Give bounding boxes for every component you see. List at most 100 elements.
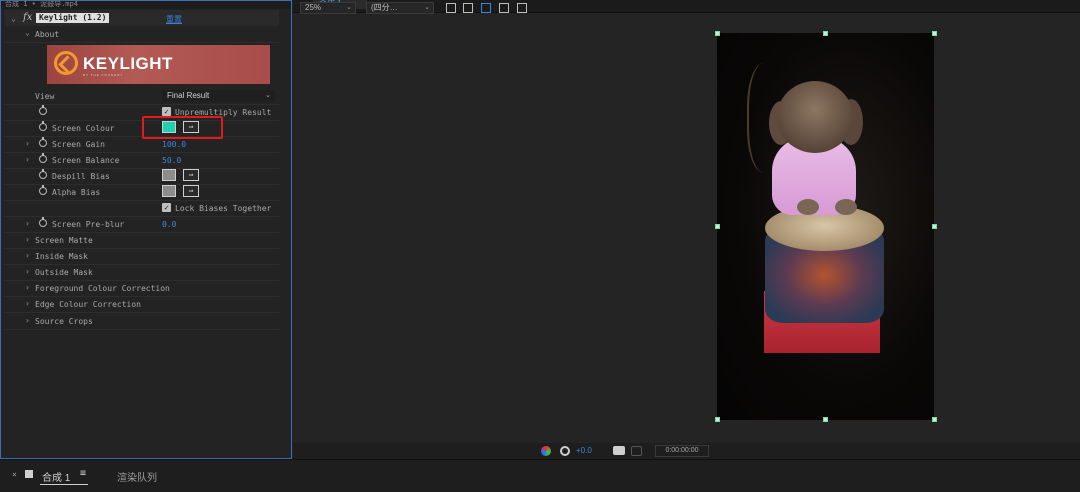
chevron-down-icon[interactable]: ⌄ [11, 14, 16, 23]
show-snapshot-icon[interactable] [631, 446, 642, 456]
dog-paw-right [835, 199, 857, 215]
reset-link[interactable]: 重置 [166, 14, 182, 25]
screen-gain-label: Screen Gain [52, 140, 105, 149]
keylight-logo: KEYLIGHT BY THE FOUNDRY [47, 45, 270, 84]
zoom-dropdown[interactable]: 25% ⌄ [300, 2, 356, 14]
group-label: Edge Colour Correction [35, 300, 141, 309]
view-dropdown[interactable]: Final Result ⌄ [162, 90, 275, 102]
transform-handle[interactable] [715, 417, 720, 422]
group-row[interactable]: › Foreground Colour Correction [5, 280, 279, 297]
screen-balance-value[interactable]: 50.0 [162, 156, 181, 165]
resolution-dropdown[interactable]: (四分… ⌄ [366, 2, 434, 14]
group-label: Screen Matte [35, 236, 93, 245]
exposure-reset-icon[interactable] [560, 446, 570, 456]
screen-gain-value[interactable]: 100.0 [162, 140, 186, 149]
transparency-grid-icon[interactable] [463, 3, 473, 13]
exposure-value[interactable]: +0.0 [576, 446, 592, 455]
eyedropper-icon[interactable]: ⇒ [183, 169, 199, 181]
menu-icon[interactable]: ≡ [80, 468, 86, 479]
screen-balance-row: › Screen Balance 50.0 [5, 152, 279, 169]
active-tab-underline [40, 484, 88, 485]
stopwatch-icon[interactable] [39, 169, 47, 179]
screen-colour-label: Screen Colour [52, 124, 115, 133]
group-row[interactable]: › Inside Mask [5, 248, 279, 265]
view-label: View [35, 92, 55, 101]
group-label: Foreground Colour Correction [35, 284, 170, 293]
screen-preblur-value[interactable]: 0.0 [162, 220, 176, 229]
chevron-right-icon[interactable]: › [25, 155, 30, 164]
group-row[interactable]: › Edge Colour Correction [5, 296, 279, 313]
3d-view-icon[interactable] [517, 3, 527, 13]
screen-preblur-label: Screen Pre-blur [52, 220, 125, 229]
timecode-field[interactable]: 0:00:00:00 [655, 445, 709, 457]
chevron-right-icon[interactable]: › [25, 139, 30, 148]
lock-biases-checkbox[interactable]: ✓ [162, 203, 171, 212]
zoom-value: 25% [305, 3, 322, 12]
transform-handle[interactable] [932, 224, 937, 229]
group-row[interactable]: › Source Crops [5, 313, 279, 330]
close-icon[interactable]: × [12, 470, 17, 479]
alpha-bias-row: Alpha Bias ⇒ [5, 184, 279, 201]
timeline-tab-bar [0, 459, 1080, 492]
chevron-right-icon[interactable]: › [25, 267, 30, 276]
chevron-right-icon[interactable]: › [25, 299, 30, 308]
tab-timeline-composition[interactable]: 合成 1 [42, 469, 70, 484]
stopwatch-icon[interactable] [39, 185, 47, 195]
guides-icon[interactable] [499, 3, 509, 13]
chevron-down-icon: ⌄ [265, 92, 271, 99]
despill-bias-swatch[interactable] [162, 169, 176, 181]
screen-preblur-row: › Screen Pre-blur 0.0 [5, 216, 279, 233]
logo-subtitle: BY THE FOUNDRY [83, 73, 124, 77]
region-of-interest-icon[interactable] [446, 3, 456, 13]
effect-name[interactable]: Keylight (1.2) [36, 13, 110, 23]
tab-render-queue[interactable]: 渲染队列 [117, 469, 157, 484]
chevron-right-icon[interactable]: › [25, 316, 30, 325]
dog-head [777, 81, 853, 153]
composition-icon [25, 470, 33, 478]
stopwatch-icon[interactable] [39, 217, 47, 227]
fx-toggle-icon[interactable]: fx [23, 12, 32, 23]
transform-handle[interactable] [823, 31, 828, 36]
alpha-bias-swatch[interactable] [162, 185, 176, 197]
chevron-right-icon[interactable]: › [25, 235, 30, 244]
group-row[interactable]: › Outside Mask [5, 264, 279, 281]
snapshot-camera-icon[interactable] [613, 446, 625, 455]
transform-handle[interactable] [932, 31, 937, 36]
dog-paw-left [797, 199, 819, 215]
stopwatch-icon[interactable] [39, 153, 47, 163]
chevron-right-icon[interactable]: › [25, 251, 30, 260]
transform-handle[interactable] [715, 31, 720, 36]
color-channels-icon[interactable] [541, 446, 551, 456]
logo-text: KEYLIGHT [83, 54, 173, 73]
unpremultiply-checkbox[interactable]: ✓ [162, 107, 171, 116]
composition-canvas[interactable] [717, 33, 934, 420]
resolution-value: (四分… [371, 3, 398, 12]
stopwatch-icon[interactable] [39, 137, 47, 147]
chevron-right-icon[interactable]: › [25, 283, 30, 292]
view-value: Final Result [167, 91, 210, 100]
chevron-down-icon: ⌄ [346, 4, 352, 11]
composition-viewer[interactable] [293, 0, 1080, 459]
group-row[interactable]: › Screen Matte [5, 232, 279, 249]
chevron-down-icon: ⌄ [424, 4, 430, 11]
about-row[interactable]: ⌄ About [5, 26, 279, 43]
effect-header-row[interactable]: ⌄ fx Keylight (1.2) 重置 [5, 10, 279, 26]
group-label: Outside Mask [35, 268, 93, 277]
group-label: Inside Mask [35, 252, 88, 261]
alpha-bias-label: Alpha Bias [52, 188, 101, 197]
highlight-box [142, 116, 223, 139]
mask-path-icon[interactable] [481, 3, 491, 13]
chevron-down-icon[interactable]: ⌄ [25, 28, 30, 37]
panel-header: 合成 1 • 泥鼓导.mp4 [1, 1, 291, 9]
despill-bias-row: Despill Bias ⇒ [5, 168, 279, 185]
chevron-right-icon[interactable]: › [25, 219, 30, 228]
transform-handle[interactable] [823, 417, 828, 422]
effect-controls-panel: 合成 1 • 泥鼓导.mp4 ⌄ fx Keylight (1.2) 重置 ⌄ … [0, 0, 292, 459]
transform-handle[interactable] [932, 417, 937, 422]
stopwatch-icon[interactable] [39, 105, 47, 115]
transform-handle[interactable] [715, 224, 720, 229]
about-label: About [35, 30, 60, 39]
stopwatch-icon[interactable] [39, 121, 47, 131]
eyedropper-icon[interactable]: ⇒ [183, 185, 199, 197]
group-label: Source Crops [35, 317, 93, 326]
